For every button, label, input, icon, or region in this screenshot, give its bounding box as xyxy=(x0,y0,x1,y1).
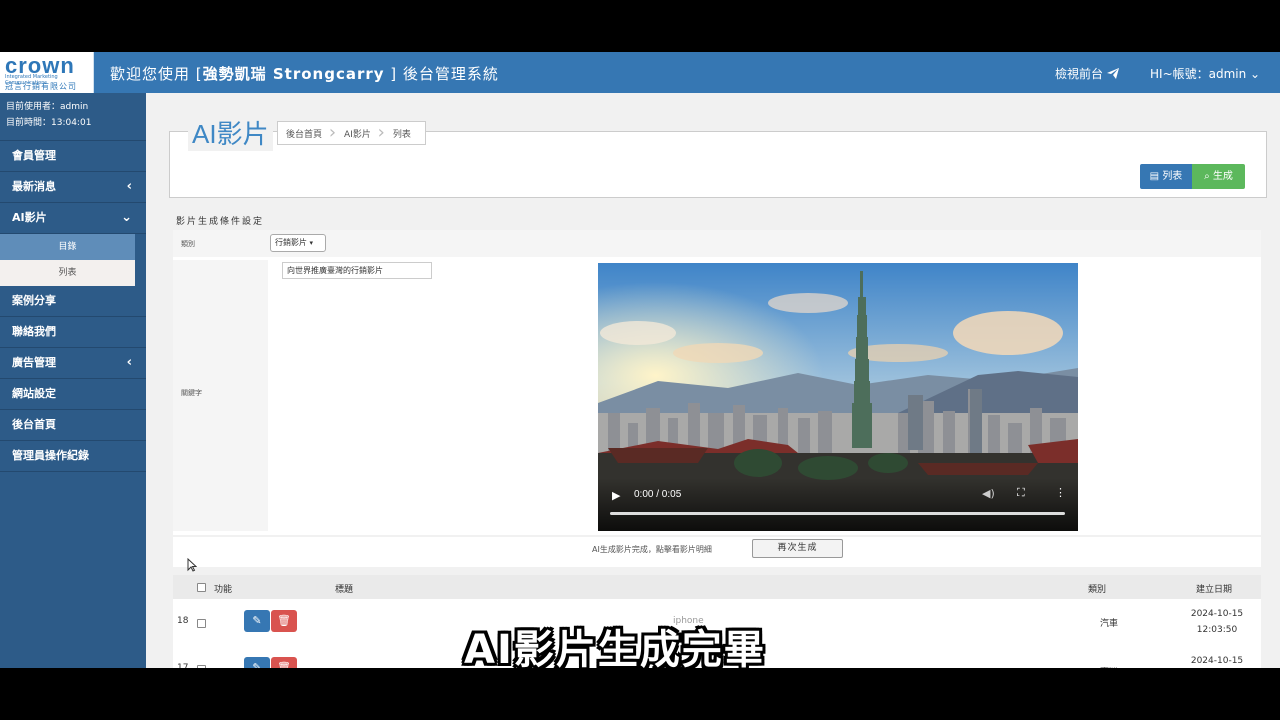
keyword-input[interactable]: 向世界推廣臺灣的行銷影片 xyxy=(282,262,432,279)
page-title: AI影片 xyxy=(188,114,273,151)
select-all-checkbox[interactable] xyxy=(197,583,206,592)
app-window: crown Integrated Marketing Communication… xyxy=(0,52,1280,668)
row-category: 汽車 xyxy=(1100,619,1119,629)
sidebar-item-news[interactable]: 最新消息 ‹ xyxy=(0,172,146,203)
pencil-icon: ✎ xyxy=(252,661,262,668)
sidebar-item-site-settings[interactable]: 網站設定 xyxy=(0,379,146,410)
section-title: 影片生成條件設定 xyxy=(176,217,265,227)
edit-button[interactable]: ✎ xyxy=(244,610,270,632)
edit-button[interactable]: ✎ xyxy=(244,657,270,668)
main-content: AI影片 後台首頁 AI影片 列表 ▤ 列表 ⌕ 生成 影片生成條件設定 類別 … xyxy=(146,93,1280,668)
welcome-prefix: 歡迎您使用 [ xyxy=(110,65,203,83)
paper-plane-icon xyxy=(1106,67,1119,81)
header-title[interactable]: 標題 xyxy=(335,582,353,595)
category-row: 類別 行銷影片 ▾ xyxy=(173,230,1261,257)
row-id: 17 xyxy=(177,663,189,668)
account-menu[interactable]: HI~帳號：admin ⌄ xyxy=(1150,65,1260,82)
generate-button[interactable]: ⌕ 生成 xyxy=(1192,164,1245,189)
delete-button[interactable]: 🗑 xyxy=(271,657,297,668)
pencil-icon: ✎ xyxy=(252,614,262,627)
current-user: 目前使用者：admin xyxy=(6,102,89,112)
keyword-label: 關鍵字 xyxy=(181,389,202,397)
row-checkbox[interactable] xyxy=(197,665,206,668)
sidebar-item-ads[interactable]: 廣告管理 ‹ xyxy=(0,348,146,379)
header-action: 功能 xyxy=(214,585,233,595)
file-icon: ▤ xyxy=(1149,171,1160,182)
list-button[interactable]: ▤ 列表 xyxy=(1140,164,1192,189)
row-id: 18 xyxy=(177,616,189,626)
chevron-left-icon: ‹ xyxy=(126,355,132,370)
account-label: HI~帳號：admin xyxy=(1150,67,1247,81)
sidebar-item-dashboard[interactable]: 後台首頁 xyxy=(0,410,146,441)
generation-complete-message[interactable]: AI生成影片完成，點擊看影片明細 xyxy=(592,544,712,555)
breadcrumb: 後台首頁 AI影片 列表 xyxy=(277,121,426,145)
row-category: 臺灣 xyxy=(1100,665,1118,668)
table-header: 功能 標題 類別 建立日期 xyxy=(173,575,1261,599)
delete-button[interactable]: 🗑 xyxy=(271,610,297,632)
company-logo[interactable]: crown Integrated Marketing Communication… xyxy=(0,52,94,93)
submenu-directory[interactable]: 目錄 xyxy=(0,234,135,260)
video-time: 0:00 / 0:05 xyxy=(634,489,682,500)
sidebar-item-members[interactable]: 會員管理 xyxy=(0,141,146,172)
view-frontend-label: 檢視前台 xyxy=(1055,67,1104,81)
play-icon[interactable]: ▶ xyxy=(612,489,620,502)
chevron-down-icon: ▾ xyxy=(309,239,314,247)
generation-status-row: AI生成影片完成，點擊看影片明細 再次生成 xyxy=(173,537,1261,567)
video-progress-track[interactable] xyxy=(610,512,1065,515)
breadcrumb-home[interactable]: 後台首頁 xyxy=(278,122,336,143)
sidebar-item-admin-log[interactable]: 管理員操作紀錄 xyxy=(0,441,146,472)
volume-icon[interactable]: ◀) xyxy=(982,487,995,500)
view-frontend-link[interactable]: 檢視前台 xyxy=(1055,65,1119,82)
category-label: 類別 xyxy=(181,240,195,248)
mouse-cursor-icon xyxy=(187,557,198,575)
search-icon: ⌕ xyxy=(1204,171,1210,182)
session-info: 目前使用者：admin 目前時間：13:04:01 xyxy=(0,93,146,141)
header-category[interactable]: 類別 xyxy=(1088,582,1106,595)
video-controls-bar xyxy=(598,478,1078,531)
chevron-left-icon: ‹ xyxy=(126,179,132,194)
sidebar: 目前使用者：admin 目前時間：13:04:01 會員管理 最新消息 ‹ AI影… xyxy=(0,93,146,668)
category-select[interactable]: 行銷影片 ▾ xyxy=(270,234,326,252)
video-player[interactable]: ▶ 0:00 / 0:05 ◀) ⛶ ⋮ xyxy=(598,263,1078,531)
chevron-down-icon: ⌄ xyxy=(1250,67,1261,81)
welcome-text: 歡迎您使用 [強勢凱瑞 Strongcarry ] 後台管理系統 xyxy=(110,63,499,84)
submenu-list[interactable]: 列表 xyxy=(0,260,135,286)
chevron-down-icon: ⌄ xyxy=(121,210,132,225)
header-created[interactable]: 建立日期 xyxy=(1196,582,1232,595)
row-checkbox[interactable] xyxy=(197,619,206,628)
breadcrumb-list: 列表 xyxy=(392,129,411,140)
fullscreen-icon[interactable]: ⛶ xyxy=(1017,486,1025,500)
welcome-suffix: ] 後台管理系統 xyxy=(384,65,499,83)
brand-name: 強勢凱瑞 Strongcarry xyxy=(202,65,385,83)
top-header: crown Integrated Marketing Communication… xyxy=(0,52,1280,93)
trash-icon: 🗑 xyxy=(277,614,291,627)
row-created: 2024-10-15 xyxy=(1190,656,1244,666)
regenerate-button[interactable]: 再次生成 xyxy=(752,539,843,558)
row-created: 2024-10-15 12:03:50 xyxy=(1190,609,1244,635)
more-options-icon[interactable]: ⋮ xyxy=(1055,486,1066,499)
video-caption: AI影片生成完畢 xyxy=(464,627,766,668)
current-time: 目前時間：13:04:01 xyxy=(6,118,92,128)
logo-subtitle-zh: 冠言行銷有限公司 xyxy=(5,82,77,91)
sidebar-item-cases[interactable]: 案例分享 xyxy=(0,286,146,317)
trash-icon: 🗑 xyxy=(277,661,291,668)
sidebar-item-ai-video[interactable]: AI影片 ⌄ xyxy=(0,203,146,234)
breadcrumb-ai-video[interactable]: AI影片 xyxy=(336,122,385,143)
sidebar-item-contact[interactable]: 聯絡我們 xyxy=(0,317,146,348)
